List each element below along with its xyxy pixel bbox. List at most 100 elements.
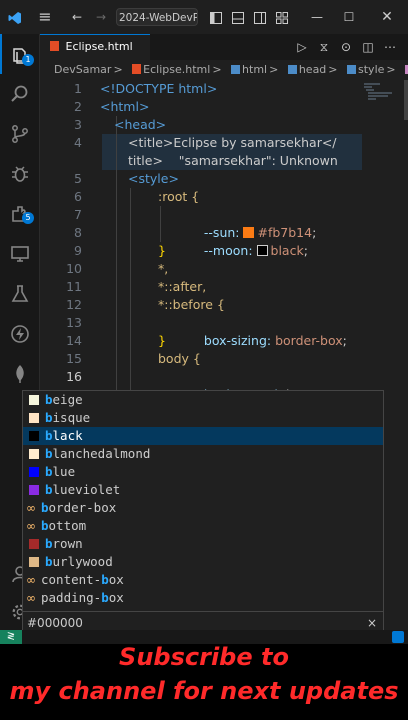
run-icon[interactable]: ▷	[292, 34, 312, 60]
code-line: body {	[158, 351, 201, 366]
mongodb-leaf-icon[interactable]	[0, 352, 40, 392]
code-line: <!DOCTYPE html>	[100, 81, 218, 96]
breadcrumb-separator: >	[212, 63, 222, 76]
code-line: title> "samarsekhar": Unknown	[128, 153, 338, 168]
code-line: }	[158, 243, 166, 258]
command-center-search[interactable]: 2024-WebDevPro	[116, 8, 198, 26]
suggestion-item[interactable]: ∞ padding-box	[23, 589, 383, 607]
line-number: 1	[74, 81, 82, 96]
back-arrow-icon[interactable]: ←	[68, 0, 86, 34]
line-number-current: 16	[66, 369, 82, 384]
color-swatch-icon	[29, 431, 39, 441]
color-swatch-icon	[29, 467, 39, 477]
indent-guide	[160, 206, 161, 242]
suggestion-item[interactable]: brown	[23, 535, 383, 553]
color-swatch-icon	[29, 449, 39, 459]
line-number: 3	[74, 117, 82, 132]
tab-eclipse-html[interactable]: Eclipse.html ●	[40, 34, 150, 77]
line-number: 9	[74, 243, 82, 258]
menu-icon[interactable]: ≡	[34, 0, 56, 34]
breadcrumb-item[interactable]: Eclipse.html	[143, 63, 210, 76]
value-keyword-icon: ∞	[26, 573, 36, 587]
value-keyword-icon: ∞	[26, 591, 36, 605]
layout-panel-icon[interactable]	[228, 0, 248, 34]
breadcrumb-item[interactable]: style	[358, 63, 384, 76]
code-line-moon: --moon: black;	[188, 224, 308, 278]
more-actions-icon[interactable]: ⋯	[380, 34, 400, 60]
customize-layout-icon[interactable]	[272, 0, 292, 34]
code-line: :root {	[158, 189, 200, 204]
code-line: <head>	[114, 117, 167, 132]
explorer-icon[interactable]	[0, 34, 40, 74]
code-text: box-sizing:	[203, 333, 276, 348]
suggestion-item[interactable]: bisque	[23, 409, 383, 427]
code-line: <html>	[100, 99, 150, 114]
suggestion-label: blue	[45, 464, 76, 479]
layout-secondary-icon[interactable]	[250, 0, 270, 34]
layout-sidebar-icon[interactable]	[206, 0, 226, 34]
source-control-icon[interactable]	[0, 112, 40, 152]
testing-icon[interactable]	[0, 272, 40, 312]
suggestion-item[interactable]: black	[23, 427, 383, 445]
suggestion-item[interactable]: ∞ content-box	[23, 571, 383, 589]
line-number: 5	[74, 171, 82, 186]
extensions-badge: 5	[22, 212, 34, 224]
suggestion-item[interactable]: ∞ border-box	[23, 499, 383, 517]
suggestion-widget: beige bisque black blanchedalmond blue bluevi…	[22, 390, 384, 612]
suggestion-label: padding-box	[41, 590, 124, 605]
run-debug-icon[interactable]	[0, 152, 40, 192]
suggestion-item[interactable]: blanchedalmond	[23, 445, 383, 463]
title-bar: ≡ ← → 2024-WebDevPro — ☐ ✕	[0, 0, 408, 34]
suggestion-item[interactable]: blueviolet	[23, 481, 383, 499]
code-text: --moon:	[203, 243, 257, 258]
suggestion-item[interactable]: burlywood	[23, 553, 383, 571]
breadcrumb-separator: >	[269, 63, 279, 76]
color-swatch[interactable]	[256, 245, 268, 256]
code-text: ;	[312, 225, 317, 240]
html-file-icon	[132, 64, 142, 74]
suggestion-label: blueviolet	[45, 482, 121, 497]
suggestion-label: black	[45, 428, 83, 443]
search-icon[interactable]	[0, 72, 40, 112]
line-number: 14	[66, 333, 82, 348]
code-line: }	[158, 333, 166, 348]
suggestion-item[interactable]: ∞ bottom	[23, 517, 383, 535]
suggestion-label: border-box	[41, 500, 117, 515]
code-text: ;	[342, 333, 347, 348]
breadcrumb-item[interactable]: DevSamar	[54, 63, 111, 76]
minimize-icon[interactable]: —	[306, 0, 328, 34]
breadcrumb: DevSamar > Eclipse.html > html > head > styl…	[40, 60, 408, 80]
line-number: 10	[66, 261, 82, 276]
tab-filename: Eclipse.html	[65, 40, 133, 53]
line-number: 15	[66, 351, 82, 366]
value-keyword-icon: ∞	[26, 519, 36, 533]
breadcrumb-item[interactable]: head	[299, 63, 326, 76]
editor-tab-bar: Eclipse.html ● ▷ ⧖ ⊙ ◫ ⋯	[40, 34, 408, 77]
color-swatch-icon	[29, 485, 39, 495]
code-line: *,	[158, 261, 169, 276]
suggestion-item[interactable]: beige	[23, 391, 383, 409]
line-number: 8	[74, 225, 82, 240]
close-icon[interactable]: ✕	[376, 0, 398, 34]
suggestion-item[interactable]: blue	[23, 463, 383, 481]
suggestion-label: blanchedalmond	[45, 446, 151, 461]
open-changes-icon[interactable]: ⊙	[336, 34, 356, 60]
element-cube-icon	[231, 65, 241, 74]
split-editor-icon[interactable]: ◫	[358, 34, 378, 60]
compare-icon[interactable]: ⧖	[314, 34, 334, 60]
line-number: 4	[74, 135, 82, 150]
value-keyword-icon: ∞	[26, 501, 36, 515]
breadcrumb-item[interactable]: html	[242, 63, 267, 76]
vertical-scrollbar[interactable]	[404, 80, 408, 120]
forward-arrow-icon[interactable]: →	[92, 0, 110, 34]
line-number: 2	[74, 99, 82, 114]
color-swatch-icon	[29, 539, 39, 549]
suggestion-label: content-box	[41, 572, 124, 587]
remote-explorer-icon[interactable]	[0, 232, 40, 272]
maximize-icon[interactable]: ☐	[338, 0, 360, 34]
extensions-icon[interactable]	[0, 192, 40, 232]
code-text: black	[270, 243, 304, 258]
video-caption: Subscribe to my channel for next updates	[0, 640, 408, 708]
thunder-client-icon[interactable]	[0, 312, 40, 352]
breadcrumb-separator: >	[328, 63, 338, 76]
